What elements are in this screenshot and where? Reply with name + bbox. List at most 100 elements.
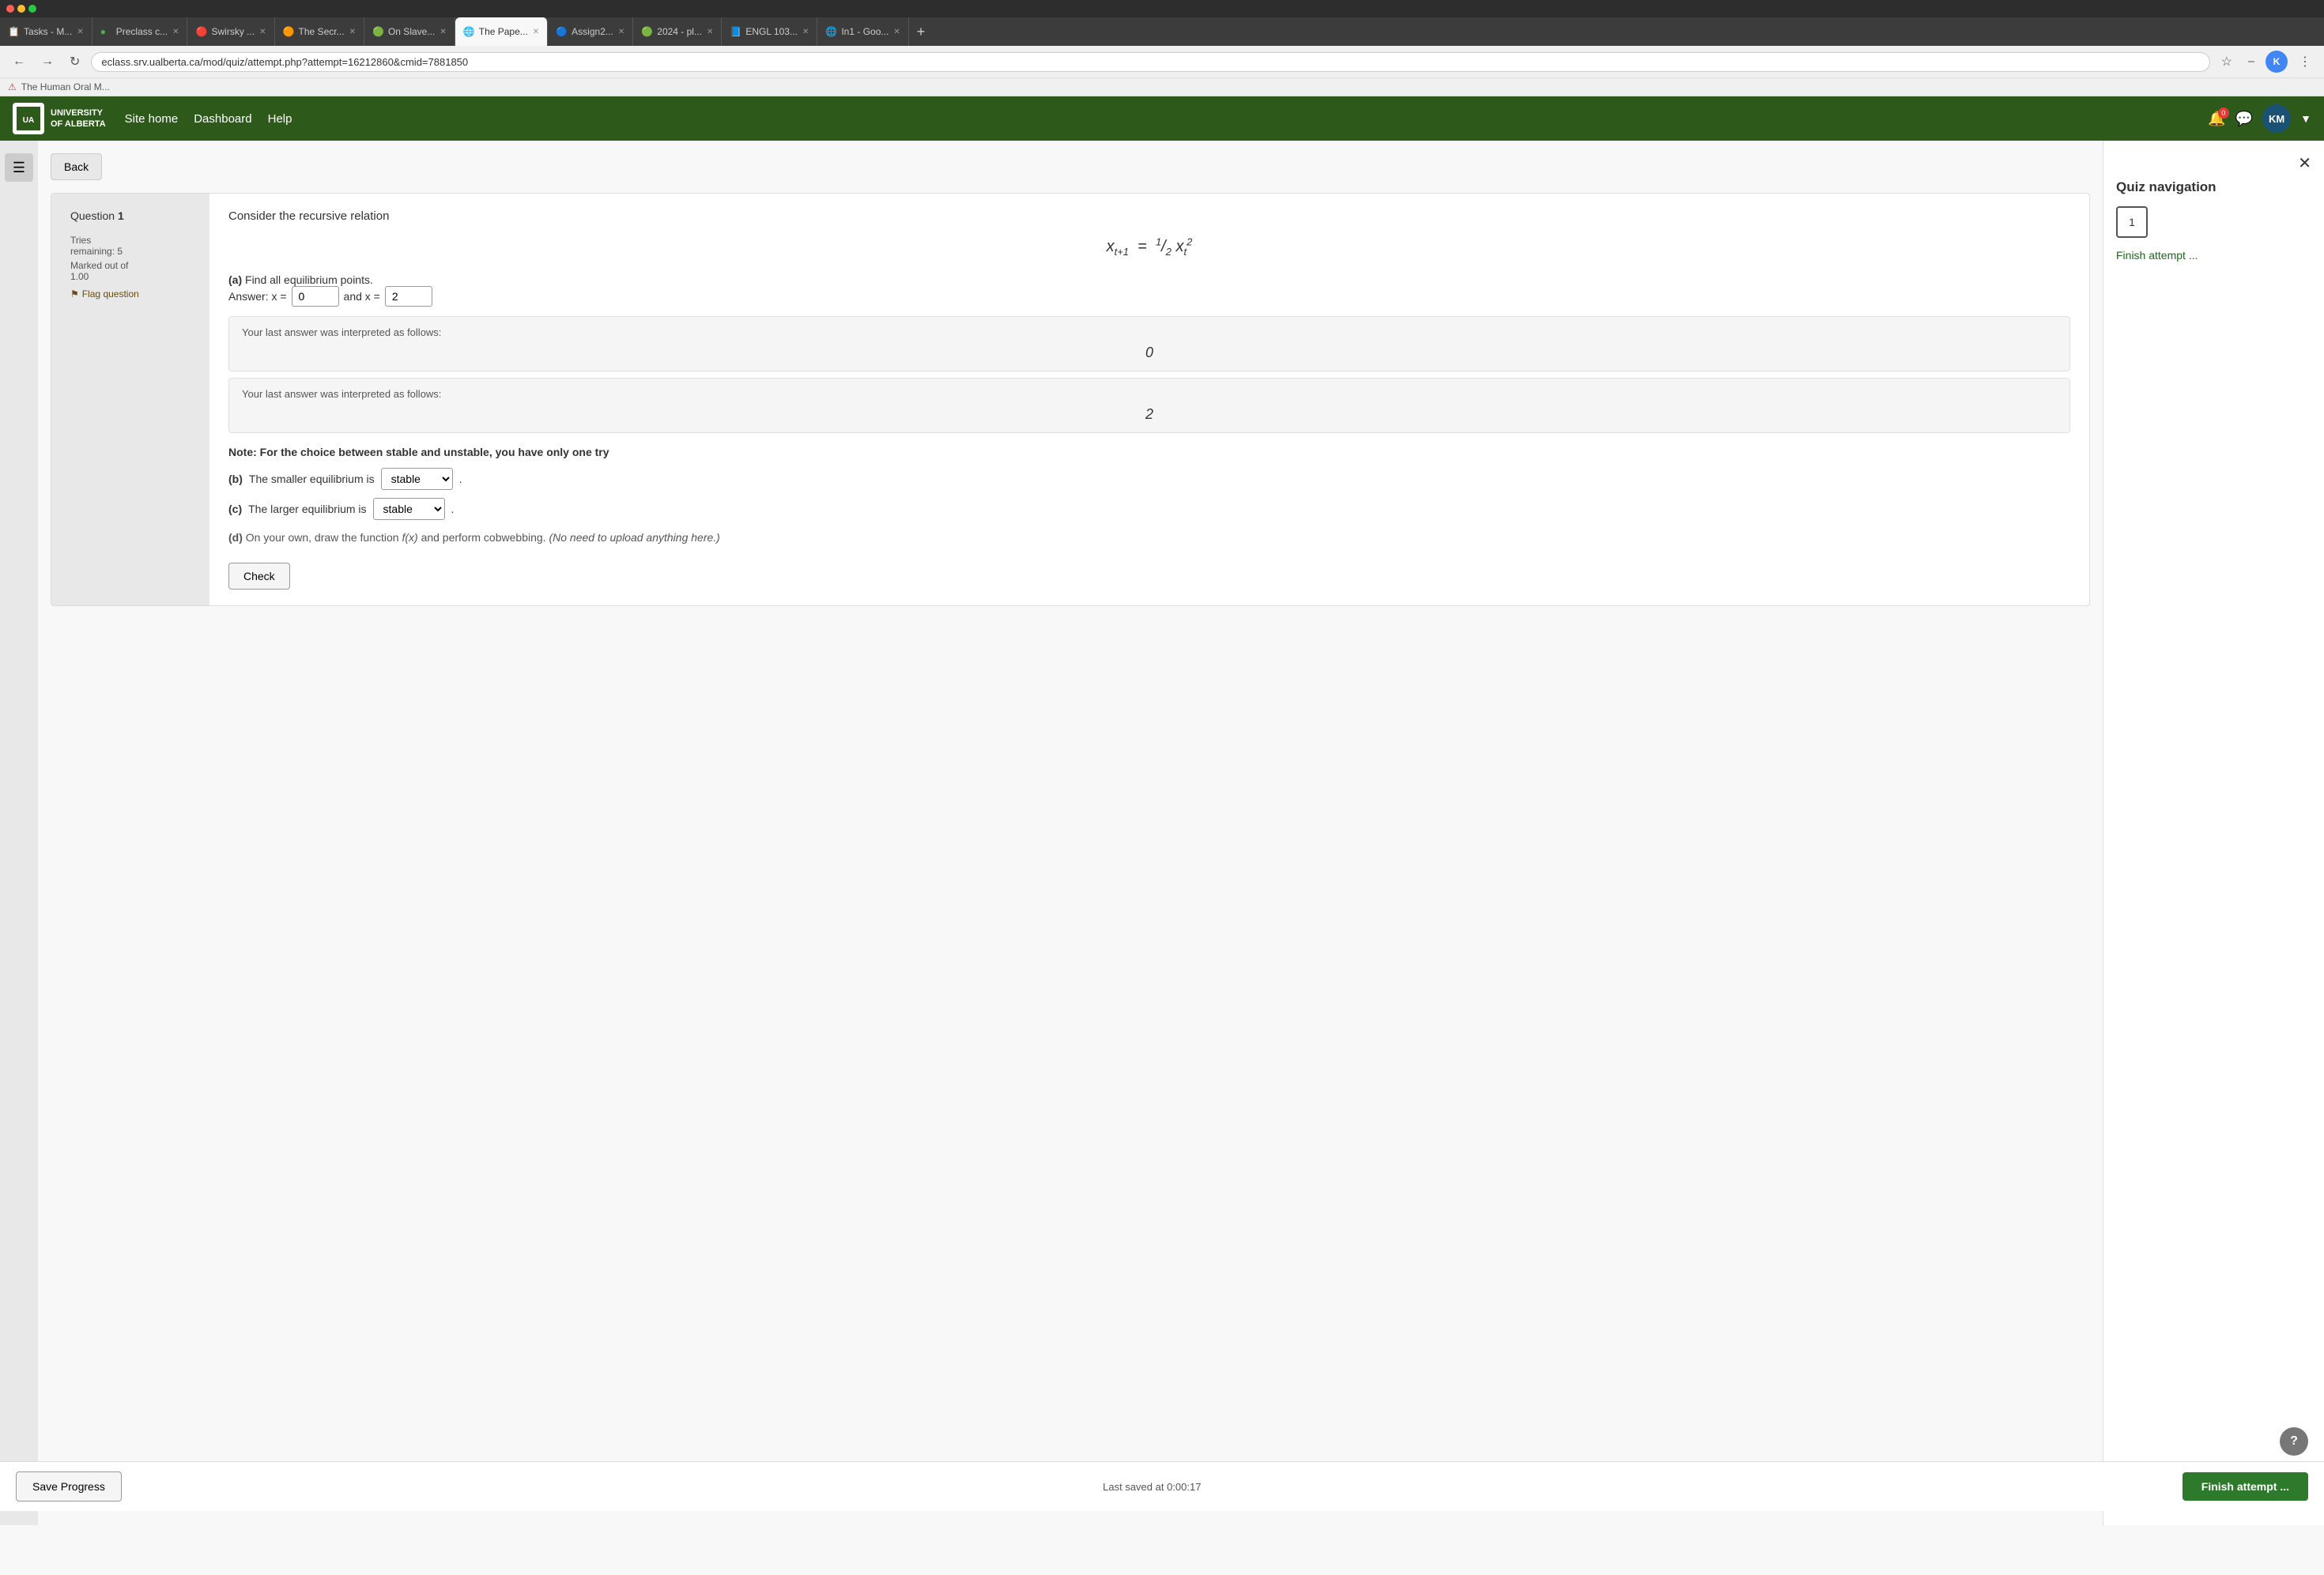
nav-site-home[interactable]: Site home [125,112,179,126]
answer-and: and x = [344,290,380,303]
last-saved-text: Last saved at 0:00:17 [1103,1481,1201,1493]
tab-preclass[interactable]: ● Preclass c... ✕ [92,17,188,46]
part-a-label: (a) Find all equilibrium points. [228,273,2070,286]
dropdown-chevron-icon[interactable]: ▼ [2300,112,2311,125]
interpretation-box-1: Your last answer was interpreted as foll… [228,316,2070,371]
tab-secret[interactable]: 🟠 The Secr... ✕ [275,17,364,46]
tab-close-secret[interactable]: ✕ [349,28,356,36]
question-text: Consider the recursive relation [228,209,2070,223]
tab-close-assign2[interactable]: ✕ [618,28,624,36]
menu-button[interactable]: ⋮ [2294,52,2316,71]
tab-slave[interactable]: 🟢 On Slave... ✕ [364,17,455,46]
tab-paper[interactable]: 🌐 The Pape... ✕ [455,17,548,46]
tab-close-engl[interactable]: ✕ [802,28,809,36]
main-layout: ☰ Back Question 1 Tries remaining [0,141,2324,1525]
part-c-section: (c) The larger equilibrium is stable uns… [228,498,2070,520]
profile-button[interactable]: K [2266,51,2288,73]
answer-input-1[interactable] [292,286,339,307]
notification-badge: 0 [2218,107,2229,119]
tab-favicon-slave: 🟢 [372,26,383,37]
interpretation-label-1: Your last answer was interpreted as foll… [242,326,2057,338]
user-avatar-button[interactable]: KM [2262,104,2291,133]
refresh-button[interactable]: ↻ [65,52,85,71]
formula-display: xt+1 = 1/2 xt2 [1107,238,1193,255]
bookmark-button[interactable]: ☆ [2216,52,2237,71]
tab-close-swirsky[interactable]: ✕ [259,28,266,36]
tab-favicon-assign2: 🔵 [556,26,567,37]
forward-navigation-button[interactable]: → [36,53,58,70]
sidebar-toggle-area: ☰ [0,141,38,1525]
interpretation-label-2: Your last answer was interpreted as foll… [242,388,2057,400]
tab-assign2[interactable]: 🔵 Assign2... ✕ [548,17,633,46]
answer-input-2[interactable] [385,286,432,307]
part-d-note: (No need to upload anything here.) [549,531,719,544]
tab-close-slave[interactable]: ✕ [440,28,446,36]
tab-favicon-secret: 🟠 [283,26,294,37]
extensions-button[interactable]: ⎯ [2243,53,2259,70]
tab-close-2024[interactable]: ✕ [707,28,713,36]
quiz-nav-title: Quiz navigation [2116,179,2311,195]
flag-icon: ⚑ [70,288,79,300]
stability-select-b[interactable]: stable unstable [381,468,453,490]
tab-close-preclass[interactable]: ✕ [172,28,179,36]
tab-bar: 📋 Tasks - M... ✕ ● Preclass c... ✕ 🔴 Swi… [0,17,2324,46]
bottom-bar: Save Progress Last saved at 0:00:17 Fini… [0,1461,2324,1511]
nav-help[interactable]: Help [268,112,292,126]
question-layout: Question 1 Tries remaining: 5 Marked out… [51,194,2089,605]
tab-favicon-swirsky: 🔴 [195,26,206,37]
quiz-nav-finish-link[interactable]: Finish attempt ... [2116,249,2198,262]
stability-select-c[interactable]: stable unstable [373,498,445,520]
finish-attempt-button[interactable]: Finish attempt ... [2183,1472,2308,1501]
tab-favicon-preclass: ● [100,26,111,37]
back-button[interactable]: Back [51,153,102,180]
math-formula: xt+1 = 1/2 xt2 [228,235,2070,258]
tab-close-paper[interactable]: ✕ [533,28,539,36]
part-d-text: (d) On your own, draw the function f(x) … [228,531,2070,544]
question-info-sidebar: Question 1 Tries remaining: 5 Marked out… [51,194,209,605]
tab-close-google[interactable]: ✕ [893,28,900,36]
question-number: 1 [118,209,124,222]
save-progress-button[interactable]: Save Progress [16,1471,122,1502]
university-name: UNIVERSITYOF ALBERTA [51,107,106,130]
messages-icon[interactable]: 💬 [2235,111,2253,127]
check-button[interactable]: Check [228,563,290,590]
interpretation-value-1: 0 [242,345,2057,361]
tab-tasks[interactable]: 📋 Tasks - M... ✕ [0,17,92,46]
tab-swirsky[interactable]: 🔴 Swirsky ... ✕ [187,17,274,46]
part-b-section: (b) The smaller equilibrium is stable un… [228,468,2070,490]
tab-close-tasks[interactable]: ✕ [77,28,83,36]
quiz-body: Consider the recursive relation xt+1 = 1… [209,194,2089,605]
tab-2024[interactable]: 🟢 2024 - pl... ✕ [633,17,722,46]
flag-question-link[interactable]: ⚑ Flag question [59,287,202,307]
interpretation-box-2: Your last answer was interpreted as foll… [228,378,2070,433]
url-bar[interactable]: eclass.srv.ualberta.ca/mod/quiz/attempt.… [91,52,2209,72]
notifications-icon[interactable]: 🔔 0 [2208,111,2225,127]
tab-favicon-tasks: 📋 [8,26,19,37]
tab-favicon-2024: 🟢 [641,26,652,37]
tab-engl[interactable]: 📘 ENGL 103... ✕ [722,17,817,46]
content-area: Back Question 1 Tries remaining: 5 [38,141,2103,1525]
top-navigation: UA UNIVERSITYOF ALBERTA Site home Dashbo… [0,96,2324,141]
sidebar-toggle-button[interactable]: ☰ [5,153,33,182]
help-button[interactable]: ? [2280,1427,2308,1456]
part-d-fx: f(x) [402,531,417,544]
address-bar: ← → ↻ eclass.srv.ualberta.ca/mod/quiz/at… [0,46,2324,78]
url-text: eclass.srv.ualberta.ca/mod/quiz/attempt.… [101,56,468,68]
main-nav-links: Site home Dashboard Help [125,112,292,126]
part-b-period: . [459,473,462,485]
ext-icon: ⚠ [8,81,17,92]
quiz-nav-item-1[interactable]: 1 [2116,206,2148,238]
top-nav-right: 🔔 0 💬 KM ▼ [2208,104,2311,133]
nav-dashboard[interactable]: Dashboard [194,112,251,126]
back-navigation-button[interactable]: ← [8,53,30,70]
answer-row: Answer: x = and x = [228,286,2070,307]
new-tab-button[interactable]: + [909,17,934,46]
tab-favicon-paper: 🌐 [463,26,474,37]
ext-label: The Human Oral M... [21,81,110,92]
close-panel-button[interactable]: ✕ [2116,153,2311,173]
tab-google[interactable]: 🌐 In1 - Goo... ✕ [817,17,908,46]
answer-prefix: Answer: x = [228,290,287,303]
part-d-section: (d) On your own, draw the function f(x) … [228,531,2070,544]
tab-favicon-engl: 📘 [730,26,741,37]
part-c-label: (c) [228,503,242,515]
